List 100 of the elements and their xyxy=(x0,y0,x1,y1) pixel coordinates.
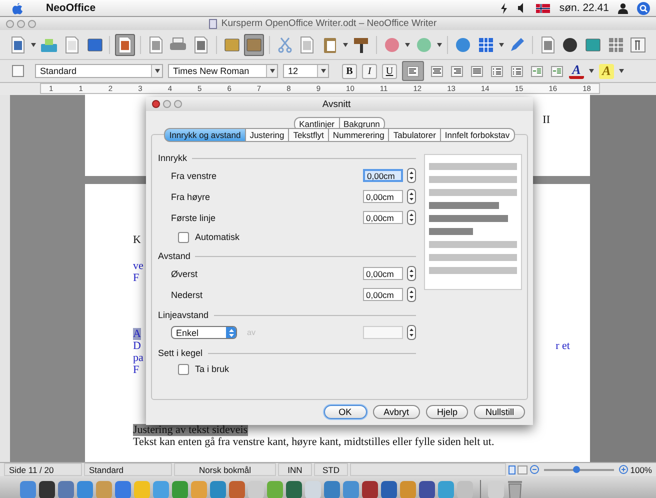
font-color-button[interactable]: A xyxy=(569,64,584,78)
spinner-button[interactable] xyxy=(407,189,416,204)
spinner-button[interactable] xyxy=(407,325,416,340)
scissors-icon xyxy=(276,36,294,54)
font-size-combo-box[interactable]: 12 xyxy=(283,64,329,78)
formatting-marks-icon xyxy=(629,36,648,54)
search-icon[interactable] xyxy=(637,2,650,14)
spinner-button[interactable] xyxy=(407,210,416,225)
spinner-button[interactable] xyxy=(407,266,416,281)
italic-button[interactable]: I xyxy=(362,64,377,78)
caret-icon[interactable] xyxy=(619,69,624,73)
styles-icon[interactable] xyxy=(12,65,24,77)
input-field[interactable]: 0,00cm xyxy=(363,288,403,301)
table-icon xyxy=(476,36,495,54)
caret-icon xyxy=(320,69,326,73)
caret-icon[interactable] xyxy=(589,69,594,73)
app-icon[interactable] xyxy=(39,481,55,498)
slider-thumb[interactable] xyxy=(572,466,580,472)
input-field[interactable]: 0,00cm xyxy=(363,169,403,182)
font-combo-box[interactable]: Times New Roman xyxy=(168,64,278,78)
align-right-button[interactable] xyxy=(449,64,464,78)
dialog-button[interactable]: Avbryt xyxy=(372,405,420,419)
checkbox[interactable] xyxy=(178,364,189,374)
outdent-icon xyxy=(530,66,542,76)
style-combo-box[interactable]: Standard xyxy=(35,64,163,78)
input-field[interactable]: 0,00cm xyxy=(363,267,403,280)
checkbox-label: Automatisk xyxy=(195,232,240,242)
toolbar-button[interactable] xyxy=(244,34,264,56)
document-text: F xyxy=(133,364,140,376)
caret-icon xyxy=(343,42,348,46)
tab[interactable]: Innfelt forbokstav xyxy=(440,128,515,142)
globe-icon xyxy=(454,36,472,54)
tab[interactable]: Nummerering xyxy=(328,128,390,142)
input-field[interactable]: 0,00cm xyxy=(363,190,403,203)
document-icon xyxy=(8,36,27,54)
zoom-out-icon[interactable] xyxy=(530,465,540,474)
apple-logo-icon[interactable] xyxy=(12,2,23,14)
flag-icon[interactable] xyxy=(536,4,550,12)
redo-icon xyxy=(414,36,433,54)
field-label: Fra venstre xyxy=(171,170,218,180)
app-icon[interactable] xyxy=(419,481,435,498)
justify-icon xyxy=(470,66,482,76)
dialog-button[interactable]: OK xyxy=(324,405,367,419)
caret-icon xyxy=(498,42,504,46)
dialog-button[interactable]: Hjelp xyxy=(426,405,468,419)
spinner-button[interactable] xyxy=(407,168,416,183)
zoom-button[interactable] xyxy=(174,100,182,108)
document-text: A xyxy=(133,328,141,340)
tab[interactable]: Tekstflyt xyxy=(289,128,329,142)
input-field[interactable] xyxy=(363,326,403,339)
align-left-button[interactable] xyxy=(402,61,424,81)
indent-button[interactable] xyxy=(549,64,564,78)
minimize-button[interactable] xyxy=(17,20,25,28)
toolbar-button[interactable] xyxy=(115,34,135,56)
caret-icon xyxy=(405,42,410,46)
minimize-button[interactable] xyxy=(163,100,171,108)
section-heading: Innrykk xyxy=(158,153,188,163)
square-icon xyxy=(86,36,104,54)
bolt-icon[interactable] xyxy=(500,2,508,14)
tab[interactable]: Innrykk og avstand xyxy=(164,128,246,142)
window-title: Kursperm OpenOffice Writer.odt – NeoOffice Writer xyxy=(221,18,437,29)
brush-icon xyxy=(352,36,370,54)
underline-button[interactable]: U xyxy=(382,64,397,78)
app-icon[interactable] xyxy=(286,481,302,498)
numbering-button[interactable] xyxy=(489,64,504,78)
app-icon[interactable] xyxy=(381,481,397,498)
highlight-button[interactable]: A xyxy=(599,64,614,78)
align-left-icon xyxy=(407,66,419,76)
picture-icon xyxy=(584,36,602,54)
bullets-button[interactable] xyxy=(509,64,524,78)
section-heading: Sett i kegel xyxy=(158,348,203,358)
spinner-button[interactable] xyxy=(407,287,416,302)
find-icon xyxy=(538,36,557,54)
numbered-list-icon xyxy=(490,66,502,76)
circle-icon xyxy=(561,36,580,54)
dialog-button[interactable]: Nullstill xyxy=(474,405,525,419)
bold-button[interactable]: B xyxy=(342,64,357,78)
tab[interactable]: Justering xyxy=(246,128,290,142)
align-right-icon xyxy=(450,66,462,76)
caret-icon xyxy=(270,69,274,73)
frame-icon xyxy=(245,36,264,54)
input-field[interactable]: 0,00cm xyxy=(363,211,403,224)
language: Norsk bokmål xyxy=(174,463,276,476)
clock[interactable]: søn. 22.41 xyxy=(559,2,609,14)
app-menu[interactable]: NeoOffice xyxy=(46,2,96,14)
close-button[interactable] xyxy=(152,100,160,108)
zoom-in-icon[interactable] xyxy=(619,465,628,474)
outdent-button[interactable] xyxy=(529,64,544,78)
user-icon[interactable] xyxy=(618,2,628,14)
zoom-button[interactable] xyxy=(28,20,36,28)
document-text: D xyxy=(133,340,141,352)
edit-document-icon xyxy=(116,36,134,54)
page-view-icon[interactable] xyxy=(508,464,528,474)
trash-icon[interactable] xyxy=(507,479,523,498)
tab[interactable]: Tabulatorer xyxy=(389,128,441,142)
align-center-button[interactable] xyxy=(429,64,444,78)
app-icon[interactable] xyxy=(362,481,378,498)
list-icon xyxy=(606,36,625,54)
justify-button[interactable] xyxy=(469,64,484,78)
checkbox[interactable] xyxy=(178,232,189,242)
